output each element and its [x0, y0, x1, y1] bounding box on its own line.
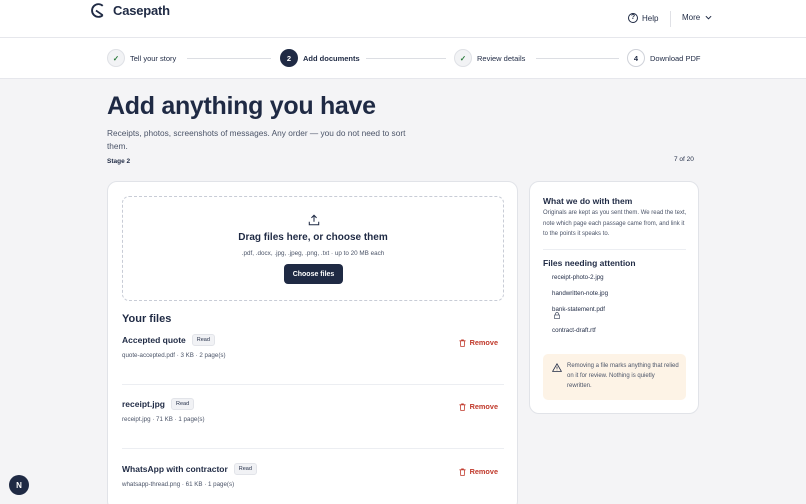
file-name: receipt.jpg — [122, 399, 165, 409]
warning-icon — [552, 363, 562, 372]
more-label: More — [682, 13, 701, 22]
help-label: Help — [642, 13, 659, 23]
remove-button[interactable]: Remove — [459, 402, 498, 411]
attention-file-link[interactable]: receipt-photo-2.jpg — [552, 274, 604, 281]
step-download-pdf[interactable]: 4 Download PDF — [627, 49, 700, 67]
file-name: Accepted quote — [122, 335, 186, 345]
info-sidebar: What we do with them Originals are kept … — [529, 181, 699, 414]
step-label: Add documents — [303, 53, 360, 63]
remove-label: Remove — [469, 402, 498, 411]
step-number: 2 — [280, 49, 298, 67]
remove-label: Remove — [469, 338, 498, 347]
more-menu-button[interactable]: More — [682, 13, 712, 22]
lock-icon — [554, 312, 560, 319]
brand-name: Casepath — [113, 3, 170, 18]
step-add-documents[interactable]: 2 Add documents — [280, 49, 360, 67]
step-connector — [187, 58, 271, 59]
assistant-button[interactable]: N — [9, 475, 29, 495]
trash-icon — [459, 339, 466, 347]
upload-icon — [308, 214, 320, 226]
logo-mark-icon — [91, 3, 104, 18]
step-tell-your-story[interactable]: ✓ Tell your story — [107, 49, 176, 67]
step-review-details[interactable]: ✓ Review details — [454, 49, 525, 67]
check-icon: ✓ — [107, 49, 125, 67]
step-connector — [536, 58, 619, 59]
top-bar: Casepath ? Help More — [0, 0, 806, 38]
status-badge: Read — [233, 463, 257, 475]
files-section-title: Your files — [122, 313, 172, 325]
remove-button[interactable]: Remove — [459, 467, 498, 476]
sidebar-divider — [543, 249, 686, 250]
attention-file-link[interactable]: handwritten-note.jpg — [552, 290, 608, 297]
stage-label: Stage 2 — [107, 158, 131, 165]
step-connector — [366, 58, 446, 59]
trash-icon — [459, 468, 466, 476]
status-badge: Read — [191, 334, 215, 346]
warning-text: Removing a file marks anything that reli… — [567, 363, 679, 389]
chevron-down-icon — [705, 15, 712, 20]
drop-zone[interactable]: Drag files here, or choose them .pdf, .d… — [122, 196, 504, 301]
sidebar-body: Originals are kept as you sent them. We … — [543, 210, 687, 237]
attention-file-link[interactable]: contract-draft.rtf — [552, 327, 596, 334]
file-meta: quote-accepted.pdf · 3 KB · 2 page(s) — [122, 352, 226, 359]
file-divider — [122, 384, 504, 385]
file-meta: whatsapp-thread.png · 61 KB · 1 page(s) — [122, 481, 235, 488]
header-divider — [670, 11, 671, 27]
step-number: 4 — [627, 49, 645, 67]
drop-zone-hint: .pdf, .docx, .jpg, .jpeg, .png, .txt · u… — [241, 250, 385, 257]
sidebar-title: What we do with them — [543, 196, 633, 206]
status-badge: Read — [170, 398, 195, 410]
step-label: Review details — [477, 53, 526, 63]
file-name: WhatsApp with contractor — [122, 464, 228, 474]
step-label: Download PDF — [650, 53, 701, 63]
drop-zone-title: Drag files here, or choose them — [238, 232, 388, 243]
file-divider — [122, 448, 504, 449]
file-row: Accepted quote Read quote-accepted.pdf ·… — [122, 334, 504, 359]
help-icon: ? — [628, 13, 638, 23]
brand-logo[interactable]: Casepath — [90, 2, 170, 19]
step-label: Tell your story — [130, 53, 177, 63]
file-row: WhatsApp with contractor Read whatsapp-t… — [122, 463, 504, 488]
needs-attention-title: Files needing attention — [543, 258, 636, 268]
page-subtitle: Receipts, photos, screenshots of message… — [107, 128, 406, 151]
file-meta: receipt.jpg · 71 KB · 1 page(s) — [122, 416, 205, 423]
file-row: receipt.jpg Read receipt.jpg · 71 KB · 1… — [122, 398, 504, 423]
remove-button[interactable]: Remove — [459, 338, 498, 347]
help-button[interactable]: ? Help — [628, 13, 658, 23]
file-count: 7 of 20 — [674, 156, 694, 163]
check-icon: ✓ — [454, 49, 472, 67]
upload-card: Drag files here, or choose them .pdf, .d… — [107, 181, 518, 504]
warning-callout: Removing a file marks anything that reli… — [543, 354, 686, 400]
page-title: Add anything you have — [107, 92, 376, 120]
remove-label: Remove — [469, 467, 498, 476]
trash-icon — [459, 403, 466, 411]
choose-files-button[interactable]: Choose files — [284, 264, 343, 284]
